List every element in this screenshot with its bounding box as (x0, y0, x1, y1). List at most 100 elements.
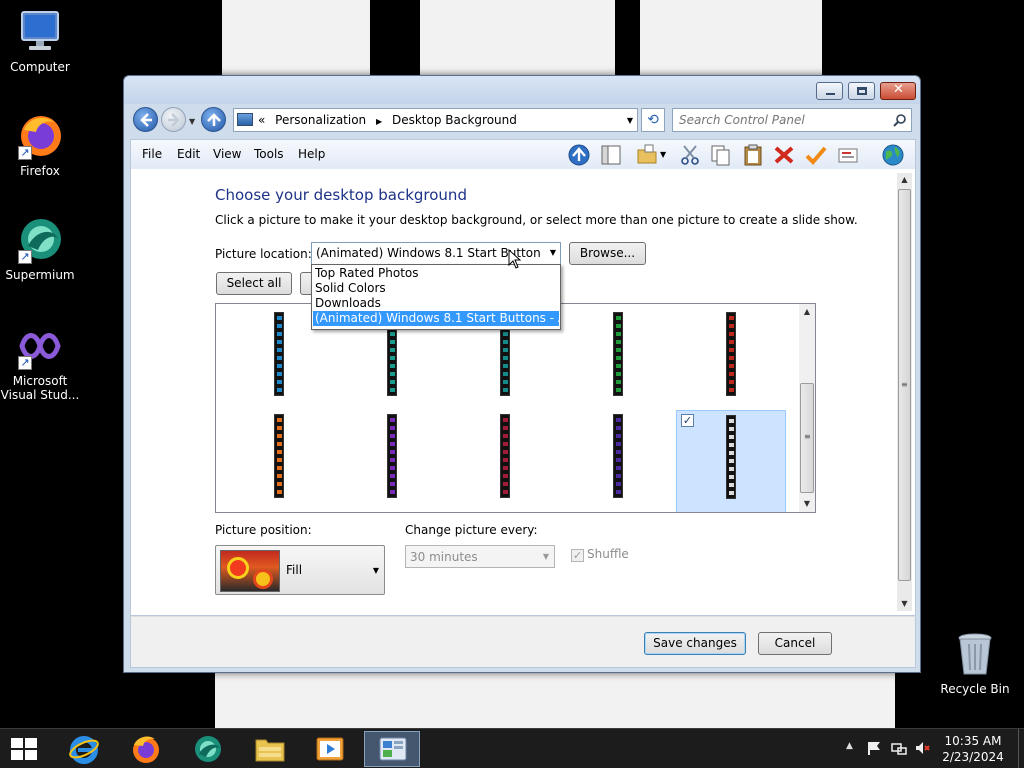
search-box[interactable] (672, 108, 912, 132)
refresh-button[interactable]: ⟲ (641, 108, 665, 132)
save-changes-button[interactable]: Save changes (644, 632, 746, 655)
up-button[interactable] (201, 107, 226, 132)
menu-edit[interactable]: Edit (177, 147, 200, 161)
properties-icon[interactable] (836, 143, 860, 167)
control-panel-icon (379, 737, 407, 761)
dropdown-option-selected[interactable]: (Animated) Windows 8.1 Start Buttons - A… (313, 311, 559, 326)
maximize-button[interactable] (848, 82, 875, 100)
desktop-icon-firefox[interactable]: ↗ Firefox (0, 112, 80, 178)
chevron-down-icon[interactable]: ▼ (550, 248, 556, 257)
copy-icon[interactable] (709, 143, 733, 167)
folder-options-icon[interactable] (635, 143, 659, 167)
desktop-wallpaper-strip (222, 0, 370, 80)
desktop-icon-visual-studio[interactable]: ↗ Microsoft Visual Stud... (0, 322, 80, 402)
up-folder-icon[interactable] (567, 143, 591, 167)
picture-position-select[interactable]: Fill ▼ (215, 545, 385, 595)
globe-icon[interactable] (881, 143, 905, 167)
menu-help[interactable]: Help (298, 147, 325, 161)
breadcrumb-item-personalization[interactable]: Personalization (275, 113, 366, 127)
start-button-strip-image (613, 312, 623, 396)
breadcrumb-item-desktop-background[interactable]: Desktop Background (392, 113, 517, 127)
taskbar-media-player[interactable] (302, 731, 358, 767)
shuffle-checkbox[interactable]: ✓ (571, 549, 584, 562)
scroll-up-icon[interactable]: ▲ (897, 173, 912, 187)
delete-icon[interactable] (772, 143, 796, 167)
change-picture-label: Change picture every: (405, 523, 538, 537)
checkmark-icon[interactable] (804, 143, 828, 167)
back-button[interactable] (133, 107, 158, 132)
dropdown-option[interactable]: Top Rated Photos (313, 266, 559, 281)
gallery-scrollbar[interactable]: ▲ ≡ ▼ (799, 304, 815, 512)
desktop-icon-recycle-bin[interactable]: Recycle Bin (935, 630, 1015, 696)
taskbar-firefox[interactable] (118, 731, 174, 767)
start-button[interactable] (0, 731, 56, 767)
chevron-down-icon[interactable]: ▼ (627, 116, 633, 125)
chevron-right-icon[interactable]: ▶ (376, 117, 382, 126)
picture-position-value: Fill (286, 563, 303, 577)
menu-tools[interactable]: Tools (254, 147, 284, 161)
change-picture-select[interactable]: 30 minutes ▼ (405, 545, 555, 568)
wallpaper-thumbnail[interactable] (676, 306, 786, 410)
start-button-strip-image (726, 312, 736, 396)
chevron-down-icon[interactable]: ▼ (543, 552, 549, 561)
start-button-strip-image (387, 414, 397, 498)
start-button-strip-image (500, 414, 510, 498)
wallpaper-thumbnail[interactable] (337, 410, 447, 512)
window-titlebar[interactable]: ✕ (124, 76, 920, 104)
show-hidden-icons-icon[interactable]: ▲ (846, 741, 853, 751)
shortcut-arrow-icon: ↗ (18, 250, 32, 264)
wallpaper-thumbnail[interactable] (224, 410, 334, 512)
taskbar-internet-explorer[interactable] (56, 731, 112, 767)
breadcrumb-overflow[interactable]: « (258, 113, 265, 127)
select-all-button[interactable]: Select all (216, 272, 292, 295)
wallpaper-thumbnail[interactable] (450, 410, 560, 512)
paste-icon[interactable] (741, 143, 765, 167)
shuffle-label: Shuffle (587, 547, 629, 561)
scrollbar-thumb[interactable]: ≡ (800, 383, 814, 493)
network-icon[interactable] (891, 740, 907, 756)
scroll-down-icon[interactable]: ▼ (897, 597, 912, 611)
taskbar-supermium[interactable] (180, 731, 236, 767)
minimize-button[interactable] (816, 82, 843, 100)
close-button[interactable]: ✕ (880, 82, 916, 100)
desktop-icon-computer[interactable]: Computer (0, 8, 80, 74)
panes-icon[interactable] (599, 143, 623, 167)
arrow-up-icon (207, 113, 221, 126)
browse-button[interactable]: Browse... (569, 242, 646, 265)
volume-muted-icon[interactable] (915, 740, 931, 756)
action-center-flag-icon[interactable] (866, 740, 882, 756)
scroll-up-icon[interactable]: ▲ (799, 304, 815, 320)
thumbnail-checkbox[interactable]: ✓ (681, 414, 694, 427)
wallpaper-thumbnail[interactable] (563, 410, 673, 512)
address-bar[interactable]: « Personalization ▶ Desktop Background ▼ (233, 108, 638, 132)
scroll-down-icon[interactable]: ▼ (799, 496, 815, 512)
shortcut-arrow-icon: ↗ (18, 356, 32, 370)
recycle-bin-icon (951, 630, 999, 678)
dropdown-option[interactable]: Downloads (313, 296, 559, 311)
menu-view[interactable]: View (213, 147, 241, 161)
desktop-icon-label: Supermium (5, 268, 75, 282)
content-scrollbar[interactable]: ▲ ≡ ▼ (897, 173, 912, 611)
search-icon[interactable] (893, 113, 907, 127)
desktop-icon-supermium[interactable]: ↗ Supermium (0, 216, 80, 282)
picture-location-dropdown: Top Rated Photos Solid Colors Downloads … (311, 264, 561, 330)
forward-button[interactable] (161, 107, 186, 132)
chevron-down-icon[interactable]: ▼ (373, 566, 379, 575)
show-desktop-button[interactable] (1018, 729, 1024, 768)
clock-time[interactable]: 10:35 AM (937, 734, 1009, 748)
desktop-icon-label: Computer (10, 60, 70, 74)
wallpaper-thumbnail[interactable] (563, 306, 673, 410)
picture-location-select[interactable]: (Animated) Windows 8.1 Start Buttons - A… (311, 242, 561, 265)
wallpaper-thumbnail[interactable]: ✓ (676, 410, 786, 512)
cancel-button[interactable]: Cancel (758, 632, 832, 655)
chevron-down-icon[interactable]: ▼ (660, 150, 666, 159)
dropdown-option[interactable]: Solid Colors (313, 281, 559, 296)
cut-icon[interactable] (678, 143, 702, 167)
menu-file[interactable]: File (142, 147, 162, 161)
taskbar-file-explorer[interactable] (242, 731, 298, 767)
clock-date[interactable]: 2/23/2024 (937, 750, 1009, 764)
search-input[interactable] (679, 112, 884, 128)
taskbar-control-panel[interactable] (364, 731, 420, 767)
scrollbar-thumb[interactable]: ≡ (898, 189, 911, 581)
recent-pages-dropdown-icon[interactable]: ▼ (189, 117, 195, 126)
